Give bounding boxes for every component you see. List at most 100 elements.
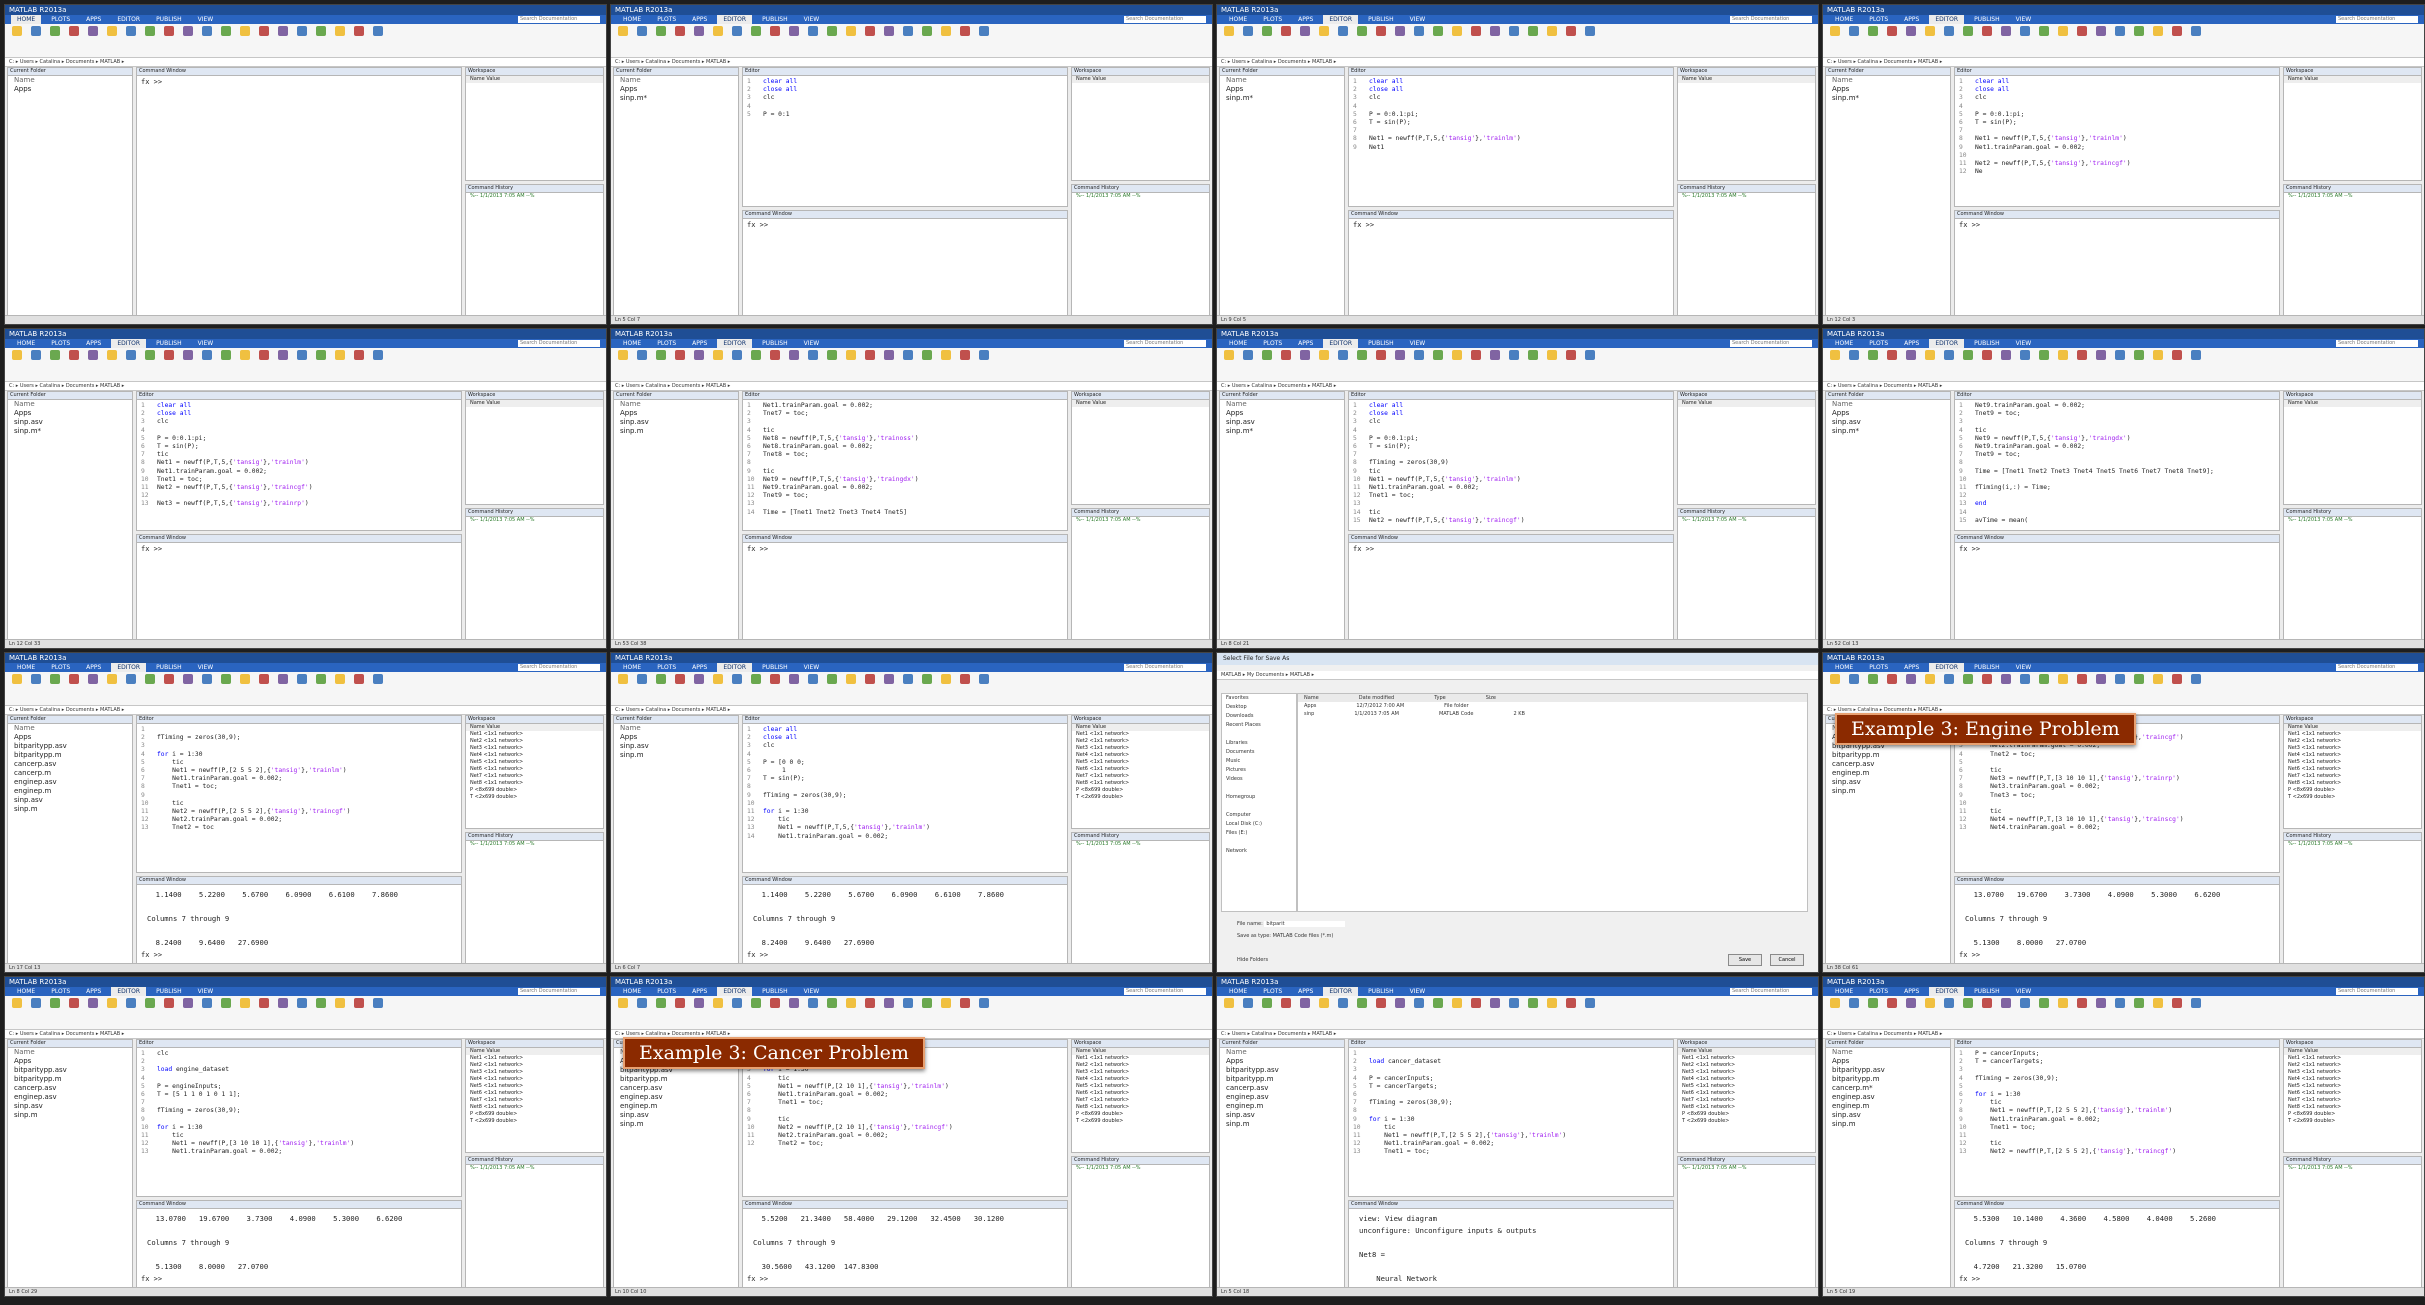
workspace-variable[interactable]: Net5 <1x1 network>	[2284, 1083, 2421, 1090]
tab-home[interactable]: HOME	[11, 663, 41, 672]
tab-view[interactable]: VIEW	[798, 339, 826, 348]
file-item[interactable]: enginep.m	[8, 787, 132, 796]
address-bar[interactable]: C: ▸ Users ▸ Catalina ▸ Documents ▸ MATL…	[1823, 382, 2424, 391]
toolbar-button[interactable]	[1846, 998, 1862, 1027]
code-editor[interactable]: 1 2 fTiming = zeros(30,9); 3 4 for i = 1:30 5 …	[137, 724, 461, 833]
command-history-pane[interactable]: Command History %-- 1/1/2013 7:05 AM --%	[465, 1156, 604, 1288]
toolbar-button[interactable]	[843, 674, 859, 703]
toolbar-button[interactable]	[1449, 350, 1465, 379]
command-history-pane[interactable]: Command History %-- 1/1/2013 7:05 AM --%	[1071, 184, 1210, 316]
tab-apps[interactable]: APPS	[1292, 15, 1319, 24]
toolbar-button[interactable]	[786, 998, 802, 1027]
file-name-field[interactable]: File name: bitparit	[1237, 920, 1798, 928]
file-item[interactable]: enginep.asv	[1826, 1093, 1950, 1102]
code-line[interactable]: 5 Net1 = newff(P,[2 10 1],{'tansig'},'tr…	[747, 1083, 1067, 1091]
file-item[interactable]: enginep.m	[1220, 1102, 1344, 1111]
tab-home[interactable]: HOME	[617, 15, 647, 24]
code-editor[interactable]: 1 clear all 2 close all 3 clc 4 5 P = [0 0 0; 6 1…	[743, 724, 1067, 841]
toolbar-button[interactable]	[767, 674, 783, 703]
tab-apps[interactable]: APPS	[80, 987, 107, 996]
code-editor[interactable]: 1 clear all 2 close all 3 clc 4 5 P = 0:1	[743, 76, 1067, 119]
tab-publish[interactable]: PUBLISH	[150, 987, 188, 996]
code-line[interactable]: 3 clc	[141, 418, 461, 426]
code-line[interactable]: 6T = sin(P);	[1959, 119, 2279, 127]
nav-item[interactable]: Desktop	[1226, 703, 1296, 712]
code-line[interactable]: 10	[1959, 800, 2279, 808]
code-line[interactable]: 14 Time = [Tnet1 Tnet2 Tnet3 Tnet4 Tnet5]	[747, 509, 1067, 517]
code-editor[interactable]: 1 clear all 2 close all 3 clc 4 5 P = 0:0.1:pi; 6…	[1349, 76, 1673, 152]
search-documentation-input[interactable]: Search Documentation	[2336, 988, 2418, 995]
toolbar-button[interactable]	[2036, 674, 2052, 703]
code-line[interactable]: 1 clc	[141, 1050, 461, 1058]
toolbar-button[interactable]	[218, 26, 234, 55]
toolbar-button[interactable]	[729, 26, 745, 55]
toolbar-button[interactable]	[1506, 998, 1522, 1027]
nav-item[interactable]: Recent Places	[1226, 721, 1296, 730]
file-item[interactable]: bitparitypp.m	[8, 1075, 132, 1084]
toolbar-button[interactable]	[2074, 350, 2090, 379]
file-list[interactable]: Name Apps	[8, 76, 132, 94]
editor-pane[interactable]: Editor 1 clear all 2 close all 3 clc 4 5 P = 0:0.…	[1348, 67, 1674, 207]
toolbar-button[interactable]	[786, 350, 802, 379]
nav-item[interactable]	[1226, 838, 1296, 847]
code-line[interactable]: 13 end	[1959, 500, 2279, 508]
file-item[interactable]: Apps	[1826, 85, 1950, 94]
toolbar-button[interactable]	[862, 998, 878, 1027]
toolbar-button[interactable]	[1240, 26, 1256, 55]
workspace-pane[interactable]: Workspace Name Value Net1 <1x1 network> Net…	[465, 1039, 604, 1153]
history-entry[interactable]: %-- 1/1/2013 7:05 AM --%	[1072, 841, 1209, 848]
file-list[interactable]: NameAppsbitparitypp.asvbitparitypp.mcanc…	[8, 724, 132, 814]
workspace-pane[interactable]: Workspace Name Value Net1 <1x1 network> Net…	[1071, 1039, 1210, 1153]
command-window[interactable]: Command Window 5.5200 21.3400 58.4000 29…	[742, 1200, 1068, 1288]
toolbar-button[interactable]	[161, 26, 177, 55]
code-line[interactable]: 4 tic	[1959, 427, 2279, 435]
tab-apps[interactable]: APPS	[686, 987, 713, 996]
file-item[interactable]: enginep.asv	[8, 1093, 132, 1102]
current-folder-pane[interactable]: Current Folder Name Apps sinp.asv sinp.m	[613, 391, 739, 640]
toolbar-button[interactable]	[1846, 350, 1862, 379]
workspace-variable[interactable]: Net5 <1x1 network>	[466, 1083, 603, 1090]
workspace-variable[interactable]: Net4 <1x1 network>	[2284, 752, 2421, 759]
editor-pane[interactable]: Editor 1 Net1.trainParam.goal = 0.002; 2 Tne…	[742, 391, 1068, 531]
toolbar-button[interactable]	[2112, 350, 2128, 379]
code-line[interactable]: 3 clc	[1353, 94, 1673, 102]
toolbar-button[interactable]	[2093, 998, 2109, 1027]
toolbar-button[interactable]	[351, 26, 367, 55]
current-folder-pane[interactable]: Current Folder Name Apps sinp.asv sinp.m	[613, 715, 739, 964]
toolbar-button[interactable]	[1960, 350, 1976, 379]
workspace-variable[interactable]: Net5 <1x1 network>	[1072, 759, 1209, 766]
toolbar-button[interactable]	[1392, 350, 1408, 379]
tab-view[interactable]: VIEW	[798, 15, 826, 24]
hide-folders-toggle[interactable]: Hide Folders	[1237, 956, 1297, 964]
toolbar-button[interactable]	[976, 674, 992, 703]
toolbar-button[interactable]	[1354, 26, 1370, 55]
code-line[interactable]: 7	[1353, 127, 1673, 135]
toolbar-button[interactable]	[1563, 26, 1579, 55]
history-entry[interactable]: %-- 1/1/2013 7:05 AM --%	[1678, 1165, 1815, 1172]
nav-item[interactable]: Libraries	[1226, 739, 1296, 748]
address-bar[interactable]: C: ▸ Users ▸ Catalina ▸ Documents ▸ MATL…	[1823, 1030, 2424, 1039]
toolbar-button[interactable]	[615, 674, 631, 703]
code-line[interactable]: 12	[141, 492, 461, 500]
toolbar-button[interactable]	[1316, 998, 1332, 1027]
toolbar-button[interactable]	[881, 674, 897, 703]
file-list[interactable]: Name Apps sinp.asv sinp.m*	[1220, 400, 1344, 436]
toolbar-button[interactable]	[824, 350, 840, 379]
code-line[interactable]: 3 clc	[747, 94, 1067, 102]
tab-plots[interactable]: PLOTS	[1863, 339, 1894, 348]
toolbar-button[interactable]	[691, 674, 707, 703]
workspace-variable[interactable]: Net1 <1x1 network>	[1072, 1055, 1209, 1062]
file-item[interactable]: sinp.m*	[1826, 427, 1950, 436]
file-list[interactable]: Name Apps sinp.asv sinp.m*	[8, 400, 132, 436]
workspace-variable[interactable]: Net1 <1x1 network>	[1072, 731, 1209, 738]
code-line[interactable]: 13 Net4.trainParam.goal = 0.002;	[1959, 824, 2279, 832]
file-item[interactable]: sinp.asv	[1826, 778, 1950, 787]
toolbar-button[interactable]	[2150, 350, 2166, 379]
tab-publish[interactable]: PUBLISH	[150, 15, 188, 24]
toolbar-button[interactable]	[1373, 998, 1389, 1027]
file-item[interactable]: Name	[614, 400, 738, 409]
code-line[interactable]: 3	[141, 742, 461, 750]
current-folder-pane[interactable]: Current Folder Name Apps sinp.m*	[1219, 67, 1345, 316]
code-line[interactable]: 7 fTiming = zeros(30,9);	[1353, 1099, 1673, 1107]
toolbar-button[interactable]	[1525, 350, 1541, 379]
